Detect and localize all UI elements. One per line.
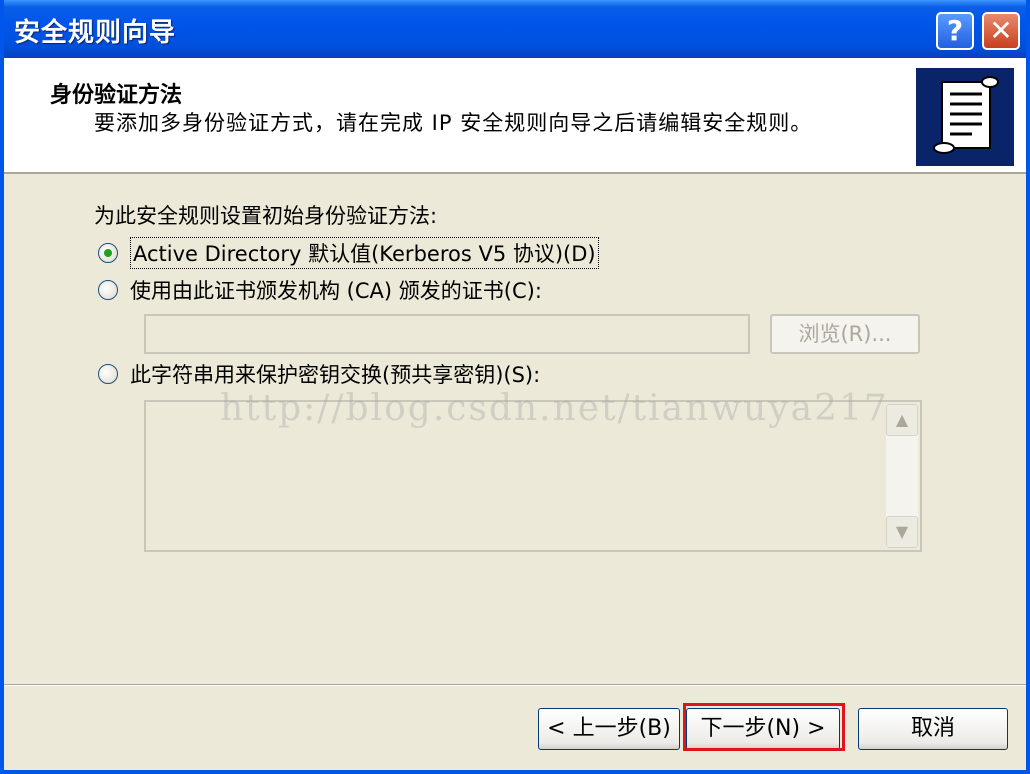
scrollbar[interactable]: ▲ ▼ <box>886 404 918 548</box>
next-button[interactable]: 下一步(N) > <box>686 708 840 750</box>
radio-button-preshared-key[interactable] <box>98 364 118 384</box>
radio-option-kerberos[interactable]: Active Directory 默认值(Kerberos V5 协议)(D) <box>98 237 599 269</box>
instruction-label: 为此安全规则设置初始身份验证方法: <box>94 204 438 228</box>
help-button[interactable]: ? <box>936 12 974 50</box>
page-subtitle: 要添加多身份验证方式，请在完成 IP 安全规则向导之后请编辑安全规则。 <box>94 111 813 135</box>
window-title: 安全规则向导 <box>14 18 177 48</box>
wizard-window: 安全规则向导 ? ✕ 身份验证方法 要添加多身份验证方式，请在完成 IP 安全规… <box>0 0 1030 774</box>
scroll-document-icon <box>916 68 1014 166</box>
radio-label-certificate: 使用由此证书颁发机构 (CA) 颁发的证书(C): <box>130 279 542 303</box>
browse-button[interactable]: 浏览(R)... <box>770 314 920 354</box>
title-bar[interactable]: 安全规则向导 ? ✕ <box>4 0 1026 58</box>
radio-button-kerberos[interactable] <box>98 243 118 263</box>
certificate-input[interactable] <box>144 314 750 354</box>
radio-option-preshared-key[interactable]: 此字符串用来保护密钥交换(预共享密钥)(S): <box>98 359 540 389</box>
radio-label-preshared-key: 此字符串用来保护密钥交换(预共享密钥)(S): <box>130 363 541 387</box>
cancel-button[interactable]: 取消 <box>858 708 1008 750</box>
preshared-key-textarea[interactable]: ▲ ▼ <box>144 400 922 552</box>
radio-button-certificate[interactable] <box>98 280 118 300</box>
back-button[interactable]: < 上一步(B) <box>538 708 680 750</box>
radio-option-certificate[interactable]: 使用由此证书颁发机构 (CA) 颁发的证书(C): <box>98 275 542 305</box>
close-button[interactable]: ✕ <box>982 12 1020 50</box>
wizard-header: 身份验证方法 要添加多身份验证方式，请在完成 IP 安全规则向导之后请编辑安全规… <box>4 58 1026 174</box>
page-title: 身份验证方法 <box>50 83 183 108</box>
scroll-up-arrow-icon[interactable]: ▲ <box>886 404 918 436</box>
radio-label-kerberos: Active Directory 默认值(Kerberos V5 协议)(D) <box>130 237 599 269</box>
scroll-down-arrow-icon[interactable]: ▼ <box>886 516 918 548</box>
footer-divider <box>4 684 1026 686</box>
